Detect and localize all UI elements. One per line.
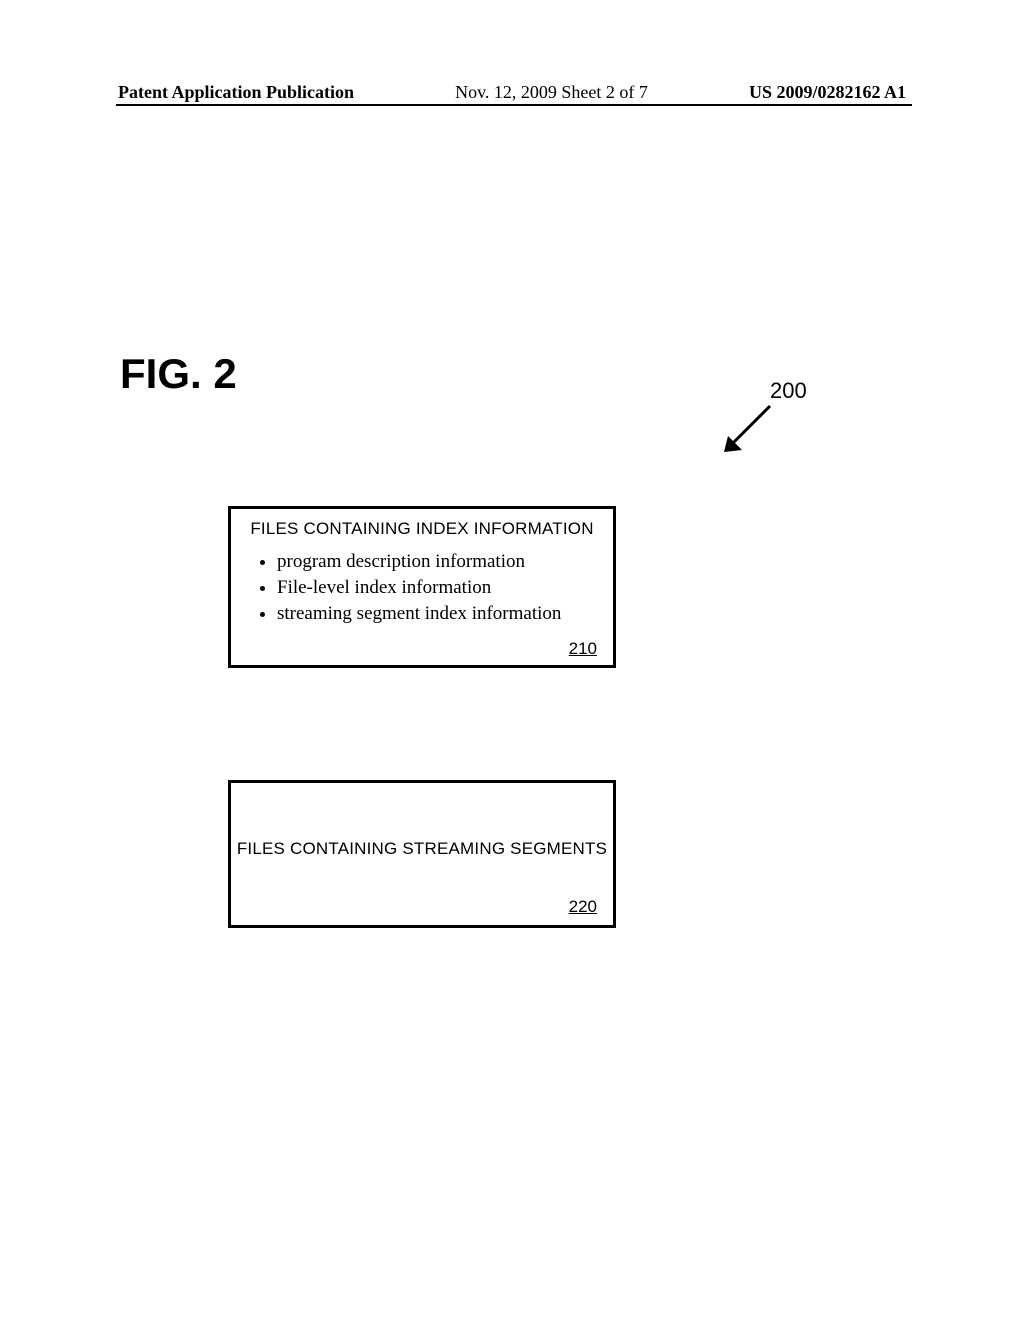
patent-page: Patent Application Publication Nov. 12, … [0, 0, 1024, 1320]
list-item: program description information [277, 551, 599, 573]
header-row: Patent Application Publication Nov. 12, … [0, 82, 1024, 103]
header-rule [116, 104, 912, 106]
index-information-box: FILES CONTAINING INDEX INFORMATION progr… [228, 506, 616, 668]
index-box-list: program description information File-lev… [245, 551, 599, 625]
reference-numeral-220: 220 [569, 897, 597, 917]
reference-numeral-200: 200 [770, 378, 807, 404]
reference-numeral-210: 210 [569, 639, 597, 659]
header-patent-number: US 2009/0282162 A1 [749, 82, 906, 103]
streaming-segments-box: FILES CONTAINING STREAMING SEGMENTS 220 [228, 780, 616, 928]
header-date-sheet: Nov. 12, 2009 Sheet 2 of 7 [455, 82, 648, 103]
header-publication-label: Patent Application Publication [118, 82, 354, 103]
streaming-box-title: FILES CONTAINING STREAMING SEGMENTS [231, 839, 613, 859]
list-item: File-level index information [277, 577, 599, 599]
list-item: streaming segment index information [277, 603, 599, 625]
index-box-title: FILES CONTAINING INDEX INFORMATION [245, 519, 599, 539]
page-header: Patent Application Publication Nov. 12, … [0, 82, 1024, 103]
figure-label: FIG. 2 [120, 350, 237, 398]
arrow-icon [720, 400, 774, 454]
